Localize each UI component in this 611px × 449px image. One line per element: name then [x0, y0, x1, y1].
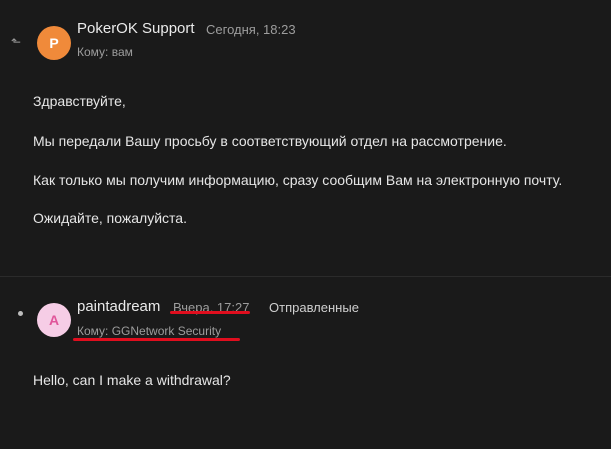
- avatar[interactable]: A: [37, 303, 71, 337]
- message-body-line: Как только мы получим информацию, сразу …: [33, 172, 563, 188]
- message-paintadream[interactable]: A paintadream Вчера, 17:27 Отправленные …: [0, 277, 611, 449]
- sender-name[interactable]: PokerOK Support: [77, 20, 195, 37]
- sender-name[interactable]: paintadream: [77, 298, 160, 315]
- avatar[interactable]: P: [37, 26, 71, 60]
- red-highlight-underline: [170, 311, 250, 314]
- red-highlight-underline: [73, 338, 240, 341]
- reply-arrow-icon: ⬑: [11, 35, 22, 49]
- folder-label[interactable]: Отправленные: [269, 300, 359, 315]
- message-body-line: Здравствуйте,: [33, 93, 126, 109]
- unread-dot-icon: [18, 311, 23, 316]
- message-body-line: Ожидайте, пожалуйста.: [33, 210, 187, 226]
- message-body-line: Hello, can I make a withdrawal?: [33, 372, 231, 388]
- mail-thread: ⬑ P PokerOK Support Сегодня, 18:23 Кому:…: [0, 0, 611, 449]
- recipient-line[interactable]: Кому: GGNetwork Security: [77, 324, 221, 338]
- message-pokerok-support[interactable]: ⬑ P PokerOK Support Сегодня, 18:23 Кому:…: [0, 0, 611, 276]
- message-body-line: Мы передали Вашу просьбу в соответствующ…: [33, 133, 507, 149]
- message-date: Сегодня, 18:23: [206, 22, 296, 37]
- recipient-line[interactable]: Кому: вам: [77, 45, 133, 59]
